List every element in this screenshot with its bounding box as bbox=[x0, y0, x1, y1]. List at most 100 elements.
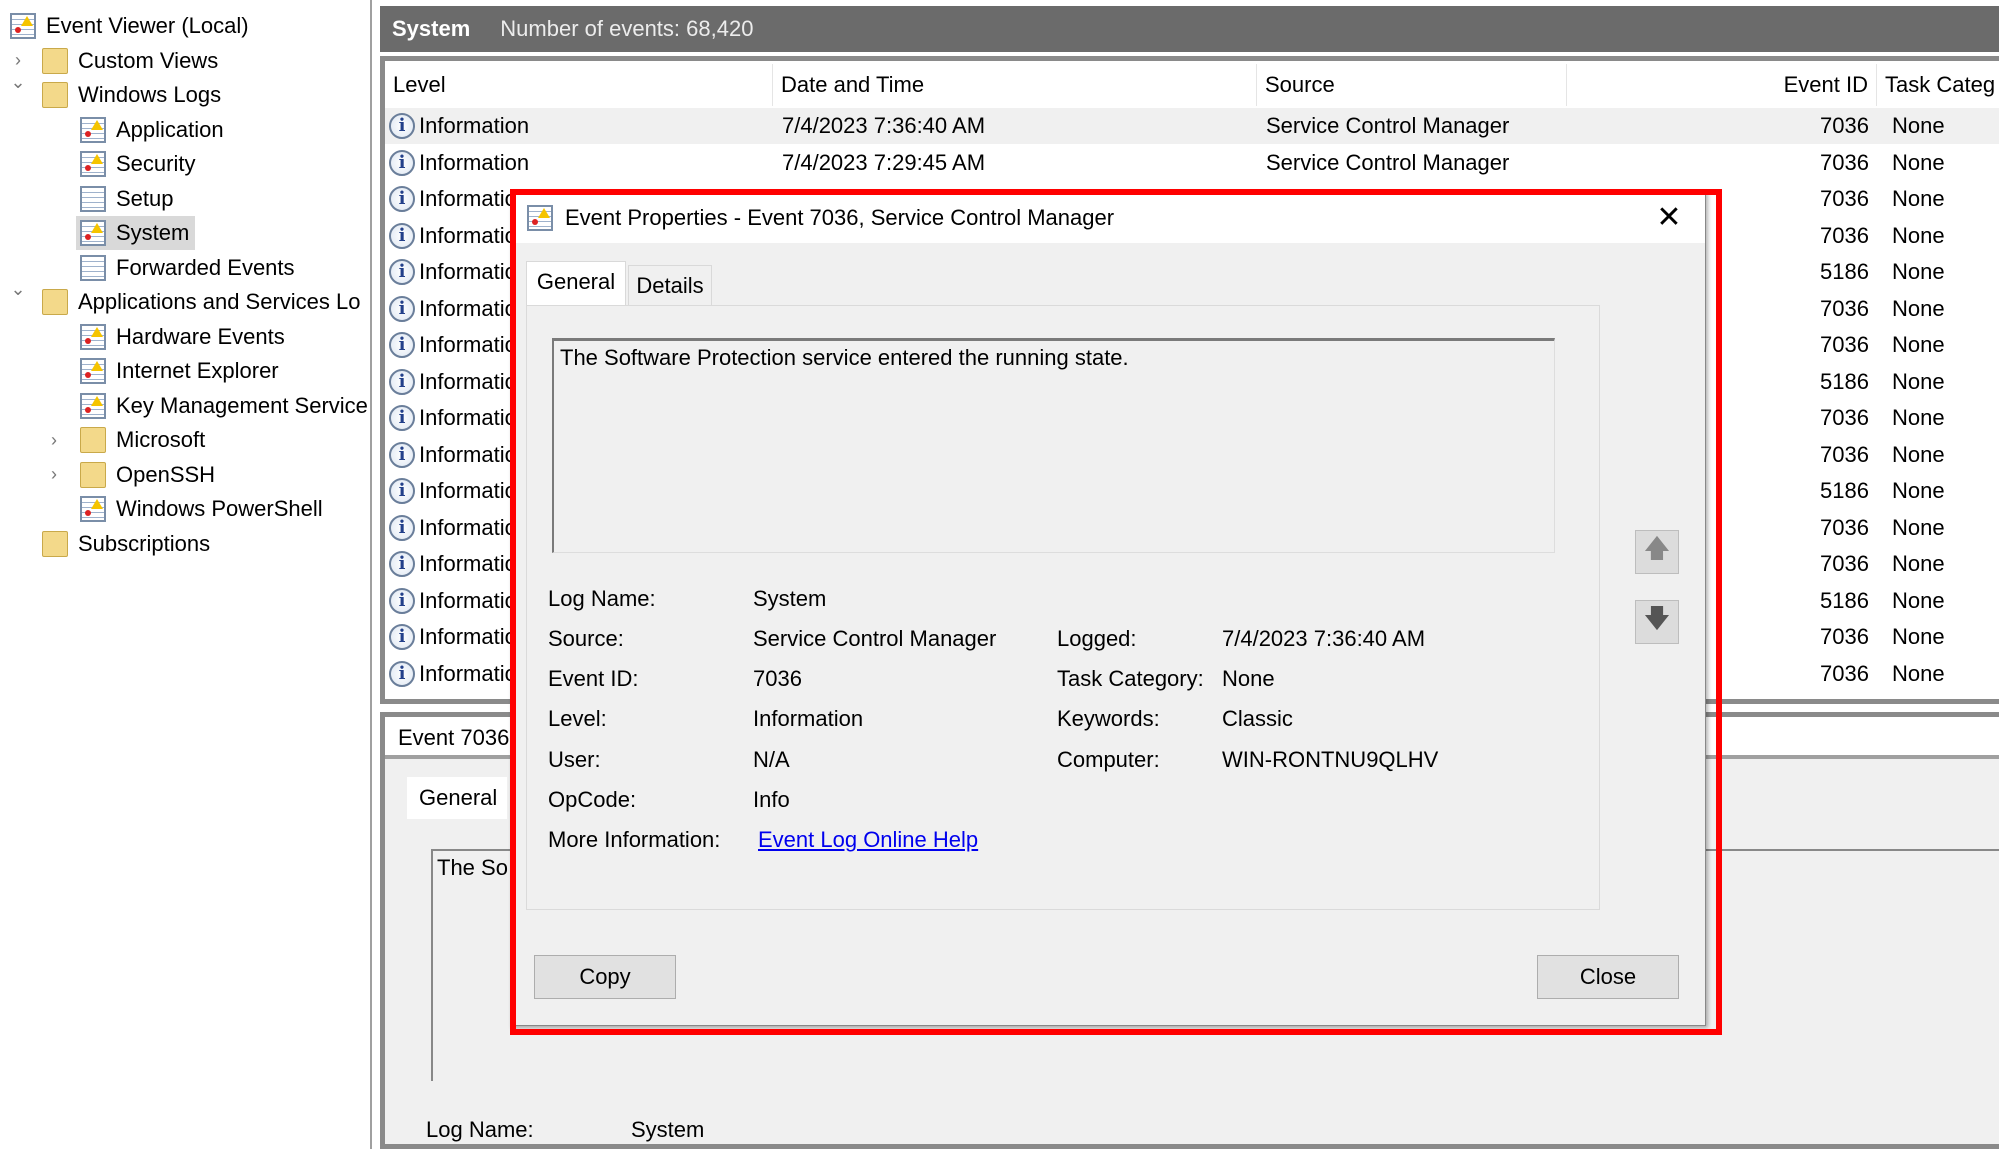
close-icon[interactable]: ✕ bbox=[1649, 198, 1689, 238]
tree-item[interactable]: Internet Explorer bbox=[76, 354, 285, 388]
cell-id: 5186 bbox=[1820, 478, 1869, 503]
preview-tab-general[interactable]: General bbox=[407, 777, 507, 819]
event-viewer-icon bbox=[527, 204, 553, 231]
log-alert-icon bbox=[80, 220, 106, 246]
cell-id: 7036 bbox=[1820, 149, 1869, 175]
tree-item-label: Key Management Service bbox=[116, 392, 368, 418]
cell-id: 5186 bbox=[1820, 259, 1869, 284]
cell-task: None bbox=[1892, 514, 1945, 540]
level-value: Information bbox=[753, 706, 864, 731]
cell-id: 7036 bbox=[1820, 222, 1869, 248]
information-icon: i bbox=[389, 113, 415, 139]
information-icon: i bbox=[389, 624, 415, 650]
column-level[interactable]: Level bbox=[385, 64, 773, 106]
opcode-label: OpCode: bbox=[548, 787, 637, 812]
tree-item-label: Hardware Events bbox=[116, 323, 285, 349]
chevron-right-icon[interactable]: › bbox=[44, 464, 64, 485]
keywords-label: Keywords: bbox=[1057, 706, 1160, 731]
tree-item-label: OpenSSH bbox=[116, 461, 216, 487]
cell-task: None bbox=[1892, 478, 1945, 503]
opcode-value: Info bbox=[753, 787, 790, 812]
information-icon: i bbox=[389, 332, 415, 358]
tree-item[interactable]: Hardware Events bbox=[76, 320, 291, 354]
dialog-title: Event Properties - Event 7036, Service C… bbox=[565, 204, 1115, 230]
log-alert-icon bbox=[80, 392, 106, 419]
arrow-up-icon: 🡅 bbox=[1643, 533, 1671, 563]
tree-item-label: Application bbox=[116, 116, 224, 142]
cell-task: None bbox=[1892, 149, 1945, 175]
tree-item-label: Security bbox=[116, 151, 196, 176]
next-event-button[interactable]: 🡇 bbox=[1635, 600, 1679, 644]
information-icon: i bbox=[389, 295, 415, 322]
information-icon: i bbox=[389, 259, 415, 285]
source-label: Source: bbox=[548, 626, 624, 651]
event-description[interactable]: The Software Protection service entered … bbox=[552, 338, 1555, 553]
tab-general[interactable]: General bbox=[526, 261, 626, 306]
tree-item[interactable]: Setup bbox=[76, 182, 180, 216]
chevron-down-icon[interactable]: ⌄ bbox=[8, 72, 28, 93]
tree-item[interactable]: Event Viewer (Local) bbox=[6, 9, 255, 43]
tree-item[interactable]: Security bbox=[76, 147, 201, 181]
user-value: N/A bbox=[753, 747, 790, 772]
source-value: Service Control Manager bbox=[753, 626, 997, 651]
column-source[interactable]: Source bbox=[1257, 64, 1567, 106]
log-alert-icon bbox=[80, 116, 106, 143]
chevron-right-icon[interactable]: › bbox=[44, 430, 64, 451]
tab-details[interactable]: Details bbox=[628, 265, 712, 305]
cell-task: None bbox=[1892, 332, 1945, 357]
keywords-value: Classic bbox=[1222, 706, 1293, 731]
subscriptions-icon bbox=[42, 530, 68, 557]
cell-task: None bbox=[1892, 222, 1945, 248]
cell-task: None bbox=[1892, 441, 1945, 467]
tree-item[interactable]: › Microsoft bbox=[51, 423, 211, 457]
close-button[interactable]: Close bbox=[1537, 955, 1679, 999]
tree-item[interactable]: › OpenSSH bbox=[51, 458, 221, 492]
chevron-down-icon[interactable]: ⌄ bbox=[8, 279, 28, 300]
cell-task: None bbox=[1892, 587, 1945, 613]
user-label: User: bbox=[548, 747, 601, 772]
tree-item-label: Setup bbox=[116, 185, 174, 211]
folder-logs-icon bbox=[42, 82, 68, 108]
tree-item[interactable]: Application bbox=[76, 113, 230, 147]
tree-item[interactable]: Key Management Service bbox=[76, 389, 370, 423]
information-icon: i bbox=[389, 186, 415, 212]
cell-id: 7036 bbox=[1820, 660, 1869, 686]
cell-source: Service Control Manager bbox=[1266, 113, 1510, 138]
logged-label: Logged: bbox=[1057, 626, 1137, 651]
tree-item[interactable]: Windows PowerShell bbox=[76, 492, 329, 526]
table-row[interactable]: i Information 7/4/2023 7:29:45 AM Service C… bbox=[385, 145, 1999, 181]
table-row[interactable]: i Information 7/4/2023 7:36:40 AM Service C… bbox=[385, 108, 1999, 144]
copy-button[interactable]: Copy bbox=[534, 955, 676, 999]
event-log-online-help-link[interactable]: Event Log Online Help bbox=[758, 825, 978, 855]
cell-id: 7036 bbox=[1820, 186, 1869, 211]
tree-item-label: Windows PowerShell bbox=[116, 496, 323, 521]
cell-level: Information bbox=[419, 149, 530, 175]
log-icon bbox=[80, 254, 106, 281]
logged-value: 7/4/2023 7:36:40 AM bbox=[1222, 626, 1426, 651]
preview-log-name-value: System bbox=[631, 1117, 705, 1142]
log-title: System bbox=[392, 16, 471, 41]
tree-item-label: Windows Logs bbox=[78, 82, 222, 107]
cell-id: 7036 bbox=[1820, 332, 1869, 357]
information-icon: i bbox=[389, 478, 415, 504]
event-properties-dialog: Event Properties - Event 7036, Service C… bbox=[510, 191, 1706, 1026]
tree-item[interactable]: System bbox=[76, 216, 196, 250]
folder-filter-icon bbox=[42, 47, 68, 74]
tree-item[interactable]: › Custom Views bbox=[15, 44, 224, 78]
dialog-titlebar[interactable]: Event Properties - Event 7036, Service C… bbox=[511, 192, 1705, 243]
tree-item-label: Internet Explorer bbox=[116, 358, 279, 383]
cell-id: 7036 bbox=[1820, 514, 1869, 540]
folder-icon bbox=[42, 289, 68, 315]
previous-event-button[interactable]: 🡅 bbox=[1635, 530, 1679, 574]
column-event-id[interactable]: Event ID bbox=[1567, 64, 1877, 106]
tree-item[interactable]: Forwarded Events bbox=[76, 251, 301, 285]
chevron-right-icon[interactable]: › bbox=[8, 50, 28, 71]
column-date[interactable]: Date and Time bbox=[773, 64, 1257, 106]
tree-item[interactable]: ⌄ Applications and Services Lo bbox=[10, 279, 367, 319]
tree-item[interactable]: ⌄ Windows Logs bbox=[10, 72, 227, 112]
column-task-category[interactable]: Task Categ bbox=[1877, 64, 1999, 106]
tree-item-label: Applications and Services Lo bbox=[78, 289, 361, 314]
cell-level: Information bbox=[419, 113, 530, 138]
tree-item[interactable]: Subscriptions bbox=[38, 527, 216, 561]
cell-task: None bbox=[1892, 186, 1945, 211]
